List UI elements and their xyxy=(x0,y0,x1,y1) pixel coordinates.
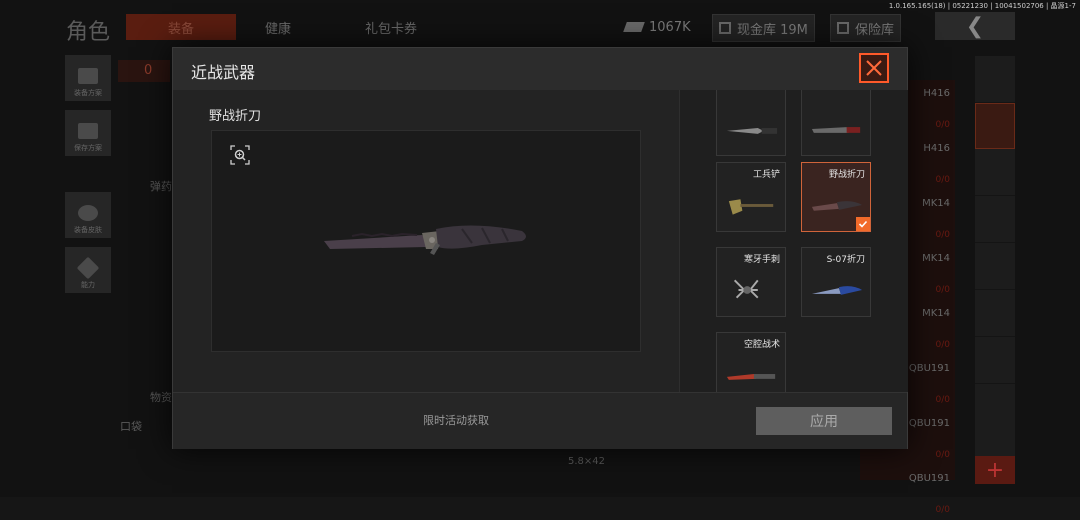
bayonet-icon xyxy=(726,128,778,134)
weapon-list-item[interactable]: MK14 0/0 xyxy=(908,190,954,245)
dialog-header: 近战武器 xyxy=(173,48,907,91)
vault-cash-button[interactable]: 现金库 19M xyxy=(712,14,815,42)
weapon-option-label: S-07折刀 xyxy=(826,255,865,265)
ability-icon xyxy=(76,256,100,280)
back-button[interactable]: ❮ xyxy=(935,12,1015,40)
weapon-option-folding-knife[interactable]: 野战折刀 xyxy=(801,162,871,232)
weapon-name: QBU191 xyxy=(908,418,950,429)
claw-blades-icon xyxy=(733,279,759,299)
folding-knife-icon xyxy=(811,201,863,211)
category-grenade[interactable] xyxy=(975,290,1015,337)
machete-icon xyxy=(811,127,861,133)
dialog-footer: 限时活动获取 应用 xyxy=(173,392,907,449)
pocket-label: 口袋 xyxy=(120,420,142,433)
shovel-icon xyxy=(728,199,774,215)
folding-knife-image xyxy=(324,225,526,255)
close-button[interactable] xyxy=(859,53,889,83)
weapon-option-label: 野战折刀 xyxy=(828,170,865,180)
weapon-list-item[interactable]: MK14 0/0 xyxy=(908,245,954,300)
weapon-list-item[interactable]: MK14 0/0 xyxy=(908,300,954,355)
cash-stat: 1067K xyxy=(623,14,691,40)
category-misc[interactable] xyxy=(975,337,1015,384)
back-arrow-icon: ❮ xyxy=(965,13,985,39)
tab-health[interactable]: 健康 xyxy=(265,14,291,40)
version-text: 1.0.165.165(18) | 05221230 | 10041502706… xyxy=(888,2,1076,10)
weapon-ammo-count: 0/0 xyxy=(935,395,950,405)
weapon-name: MK14 xyxy=(922,198,950,209)
weapon-option-red-knife[interactable]: 空腔战术 xyxy=(716,332,786,392)
weapon-name: QBU191 xyxy=(908,473,950,484)
weapon-option-bayonet[interactable] xyxy=(716,90,786,156)
apply-button[interactable]: 应用 xyxy=(756,407,892,435)
weapon-ammo-count: 0/0 xyxy=(935,230,950,240)
melee-weapon-dialog: 近战武器 野战折刀 工兵铲 野战折刀 寒牙手刺 S-07折刀 空腔战术 限时活动… xyxy=(172,47,908,449)
red-knife-icon xyxy=(726,374,776,380)
category-armor[interactable] xyxy=(975,149,1015,196)
acquisition-source: 限时活动获取 xyxy=(423,414,489,427)
tab-gift-cards[interactable]: 礼包卡券 xyxy=(365,14,417,40)
weapon-selection-grid: 工兵铲 野战折刀寒牙手刺 S-07折刀空腔战术 xyxy=(679,90,908,392)
weapon-option-label: 工兵铲 xyxy=(752,170,780,180)
ammo-info: 5.8×42 xyxy=(568,456,606,467)
weapon-option-label: 寒牙手刺 xyxy=(743,255,780,265)
selected-check-icon xyxy=(856,217,870,231)
dialog-title: 近战武器 xyxy=(191,63,256,82)
weapon-option-label: 空腔战术 xyxy=(743,340,780,350)
weapon-list: H416 0/0 H416 0/0 MK14 0/0 MK14 0/0 MK14 0/0 QBU19… xyxy=(908,80,954,520)
weapon-list-item[interactable]: QBU191 0/0 xyxy=(908,355,954,410)
selected-weapon-name: 野战折刀 xyxy=(209,109,262,124)
weapon-option-machete[interactable] xyxy=(801,90,871,156)
weapon-ammo-count: 0/0 xyxy=(935,175,950,185)
category-pistol[interactable] xyxy=(975,243,1015,290)
helmet-icon xyxy=(78,205,98,221)
backpack-icon xyxy=(78,68,98,84)
weapon-name: H416 xyxy=(923,88,950,99)
weapon-ammo-count: 0/0 xyxy=(935,505,950,515)
weapon-ammo-count: 0/0 xyxy=(935,285,950,295)
weapon-ammo-count: 0/0 xyxy=(935,340,950,350)
weapon-option-claw-blades[interactable]: 寒牙手刺 xyxy=(716,247,786,317)
category-bag[interactable] xyxy=(975,56,1015,103)
loadout-plan-button[interactable]: 装备方案 xyxy=(65,55,111,101)
zoom-button[interactable] xyxy=(230,145,250,165)
weapon-ammo-count: 0/0 xyxy=(935,450,950,460)
weapon-list-item[interactable]: QBU191 0/0 xyxy=(908,465,954,520)
ammo-label: 弹药 xyxy=(150,180,172,193)
weapon-option-shovel[interactable]: 工兵铲 xyxy=(716,162,786,232)
weapon-list-item[interactable]: QBU191 0/0 xyxy=(908,410,954,465)
add-button[interactable]: + xyxy=(975,456,1015,484)
download-icon xyxy=(78,123,98,139)
weapon-name: H416 xyxy=(923,143,950,154)
close-icon xyxy=(866,60,882,76)
weapon-option-blue-knife[interactable]: S-07折刀 xyxy=(801,247,871,317)
weapon-name: MK14 xyxy=(922,308,950,319)
save-plan-button[interactable]: 保存方案 xyxy=(65,110,111,156)
weapon-list-item[interactable]: H416 0/0 xyxy=(908,135,954,190)
items-label: 物资 xyxy=(150,391,172,404)
right-category-column xyxy=(975,56,1015,476)
category-rifle[interactable] xyxy=(975,196,1015,243)
cash-icon xyxy=(623,22,645,32)
category-helmet[interactable] xyxy=(975,103,1015,149)
weapon-name: MK14 xyxy=(922,253,950,264)
safe-button[interactable]: 保险库 xyxy=(830,14,902,42)
blue-knife-icon xyxy=(811,286,863,295)
ability-button[interactable]: 能力 xyxy=(65,247,111,293)
weapon-list-item[interactable]: H416 0/0 xyxy=(908,80,954,135)
weapon-name: QBU191 xyxy=(908,363,950,374)
page-title: 角色 xyxy=(66,20,111,45)
count-badge: 0 xyxy=(118,60,170,82)
safe-icon xyxy=(837,22,849,34)
tab-equipment[interactable]: 装备 xyxy=(126,14,236,40)
vault-icon xyxy=(719,22,731,34)
weapon-ammo-count: 0/0 xyxy=(935,120,950,130)
zoom-icon xyxy=(230,145,250,165)
equipment-skin-button[interactable]: 装备皮肤 xyxy=(65,192,111,238)
weapon-preview xyxy=(211,130,641,352)
